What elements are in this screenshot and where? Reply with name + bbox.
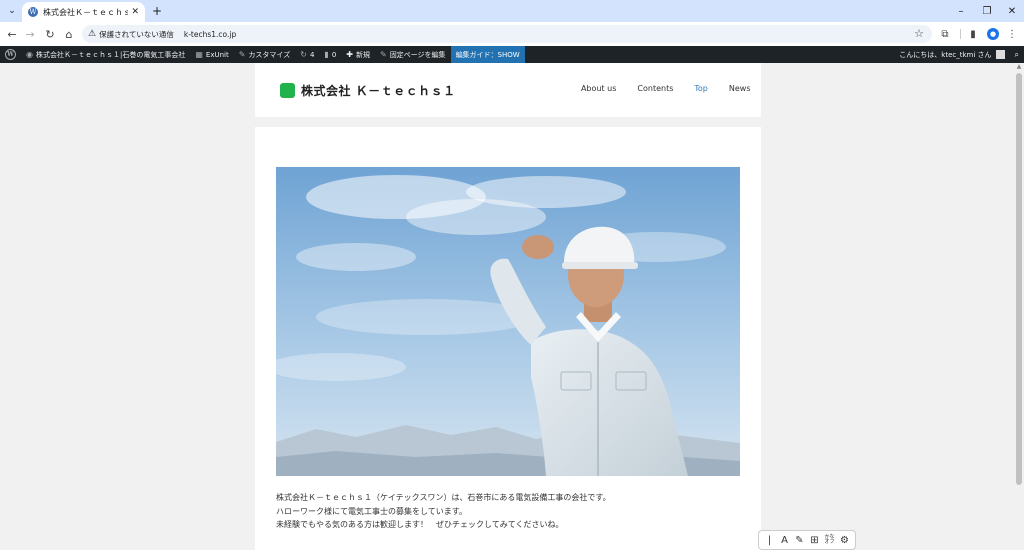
reload-icon[interactable]: ↻ bbox=[42, 26, 58, 42]
extensions-puzzle-icon[interactable]: ⧉ bbox=[937, 26, 953, 42]
tab-search-chevron-icon[interactable]: ⌄ bbox=[4, 3, 20, 19]
plus-icon: ✚ bbox=[346, 50, 353, 59]
logo-square-icon bbox=[280, 83, 295, 98]
admin-customize[interactable]: ✎ カスタマイズ bbox=[234, 46, 296, 63]
admin-search-icon[interactable]: ⌕ bbox=[1010, 46, 1024, 63]
security-label[interactable]: 保護されていない通信 bbox=[99, 29, 174, 40]
avatar bbox=[995, 50, 1005, 59]
nav-news[interactable]: News bbox=[718, 84, 761, 93]
new-tab-plus-icon[interactable]: + bbox=[150, 3, 164, 19]
site-name-label: 株式会社Ｋ－ｔｅｃｈｓ１|石巻の電気工事会社 bbox=[35, 50, 186, 59]
admin-edit-page[interactable]: ✎ 固定ページを編集 bbox=[375, 46, 451, 63]
comments-count: 0 bbox=[331, 50, 337, 59]
drag-handle-icon[interactable]: | bbox=[763, 535, 777, 546]
admin-updates[interactable]: ↻ 4 bbox=[295, 46, 319, 63]
browser-tab-strip: ⌄ W 株式会社Ｋ－ｔｅｃｈｓ１|石... ✕ + – ❐ ✕ bbox=[0, 0, 1024, 22]
admin-site-name[interactable]: ◉ 株式会社Ｋ－ｔｅｃｈｓ１|石巻の電気工事会社 bbox=[21, 46, 190, 63]
main-content: 株式会社Ｋ－ｔｅｃｈｓ１（ケイテックスワン）は、石巻市にある電気設備工事の会社で… bbox=[255, 127, 761, 550]
comment-icon: ▮ bbox=[324, 50, 329, 59]
site-header: 株式会社 Ｋ－ｔｅｃｈｓ１ About us Contents Top News bbox=[255, 63, 761, 117]
new-label: 新規 bbox=[355, 50, 370, 59]
kana-label-2: オフ bbox=[824, 539, 835, 545]
toolbar-divider bbox=[960, 29, 961, 39]
minimize-icon[interactable]: – bbox=[951, 3, 971, 19]
intro-line-2: ハローワーク様にて電気工事士の募集をしています。 bbox=[276, 506, 467, 516]
intro-line-3: 未経験でもやる気のある方は歓迎します！ ぜひチェックしてみてくださいね。 bbox=[276, 520, 564, 529]
forward-arrow-icon[interactable]: → bbox=[22, 26, 38, 42]
admin-comments[interactable]: ▮ 0 bbox=[319, 46, 341, 63]
page-scrollbar[interactable]: ▲ bbox=[1014, 63, 1024, 550]
browser-toolbar: ← → ↻ ⌂ ⚠ 保護されていない通信 k-techs1.co.jp ☆ ⧉ … bbox=[0, 22, 1024, 46]
close-window-icon[interactable]: ✕ bbox=[1002, 3, 1022, 19]
wp-admin-bar: W ◉ 株式会社Ｋ－ｔｅｃｈｓ１|石巻の電気工事会社 ▦ ExUnit ✎ カス… bbox=[0, 46, 1024, 63]
hero-image-worker bbox=[276, 167, 740, 476]
wp-logo-menu[interactable]: W bbox=[0, 46, 21, 63]
kana-toggle-button[interactable]: かな オフ bbox=[823, 535, 837, 545]
font-size-icon[interactable]: A bbox=[778, 535, 792, 546]
not-secure-warning-icon[interactable]: ⚠ bbox=[88, 29, 96, 39]
admin-new[interactable]: ✚ 新規 bbox=[341, 46, 375, 63]
admin-exunit[interactable]: ▦ ExUnit bbox=[190, 46, 233, 63]
side-panel-icon[interactable]: ▮ bbox=[965, 26, 981, 42]
nav-contents[interactable]: Contents bbox=[627, 84, 684, 93]
brush-icon: ✎ bbox=[238, 50, 246, 59]
greeting-label: こんにちは、ktec_tkmi さん bbox=[899, 50, 992, 59]
edit-page-label: 固定ページを編集 bbox=[389, 50, 446, 59]
wordpress-logo-icon: W bbox=[5, 49, 16, 60]
back-arrow-icon[interactable]: ← bbox=[4, 26, 20, 42]
scroll-up-arrow-icon[interactable]: ▲ bbox=[1015, 63, 1023, 70]
accessibility-extension-bar: | A ✎ ⊞ かな オフ ⚙ bbox=[758, 530, 856, 550]
profile-avatar-icon[interactable]: ● bbox=[987, 28, 999, 40]
address-bar[interactable]: ⚠ 保護されていない通信 k-techs1.co.jp ☆ bbox=[82, 25, 932, 43]
admin-my-account[interactable]: こんにちは、ktec_tkmi さん bbox=[894, 46, 1009, 63]
wordpress-favicon-icon: W bbox=[28, 7, 38, 17]
screenshot-add-icon[interactable]: ⊞ bbox=[808, 535, 822, 546]
chrome-menu-icon[interactable]: ⋮ bbox=[1004, 26, 1020, 42]
restore-icon[interactable]: ❐ bbox=[977, 3, 997, 19]
dashboard-icon: ◉ bbox=[26, 50, 33, 59]
customize-label: カスタマイズ bbox=[248, 50, 291, 59]
exunit-label: ExUnit bbox=[205, 50, 229, 59]
tab-close-icon[interactable]: ✕ bbox=[131, 7, 139, 17]
bookmark-star-icon[interactable]: ☆ bbox=[914, 27, 924, 40]
intro-text: 株式会社Ｋ－ｔｅｃｈｓ１（ケイテックスワン）は、石巻市にある電気設備工事の会社で… bbox=[276, 491, 611, 532]
browser-tab-active[interactable]: W 株式会社Ｋ－ｔｅｃｈｓ１|石... ✕ bbox=[22, 2, 145, 22]
highlighter-icon[interactable]: ✎ bbox=[793, 535, 807, 546]
intro-line-1: 株式会社Ｋ－ｔｅｃｈｓ１（ケイテックスワン）は、石巻市にある電気設備工事の会社で… bbox=[276, 493, 611, 502]
exunit-icon: ▦ bbox=[195, 50, 203, 59]
global-nav: About us Contents Top News bbox=[570, 84, 761, 93]
pencil-icon: ✎ bbox=[379, 50, 387, 59]
updates-icon: ↻ bbox=[300, 50, 307, 59]
url-text[interactable]: k-techs1.co.jp bbox=[184, 30, 236, 39]
settings-gear-icon[interactable]: ⚙ bbox=[838, 535, 852, 546]
nav-about-us[interactable]: About us bbox=[570, 84, 626, 93]
nav-top[interactable]: Top bbox=[684, 84, 719, 93]
logo-text: 株式会社 Ｋ－ｔｅｃｈｓ１ bbox=[301, 84, 456, 98]
site-logo[interactable]: 株式会社 Ｋ－ｔｅｃｈｓ１ bbox=[280, 82, 456, 99]
tab-title: 株式会社Ｋ－ｔｅｃｈｓ１|石... bbox=[43, 7, 129, 17]
scrollbar-thumb[interactable] bbox=[1016, 73, 1022, 485]
admin-edit-guide[interactable]: 編集ガイド：SHOW bbox=[450, 46, 525, 63]
home-icon[interactable]: ⌂ bbox=[61, 26, 77, 42]
updates-count: 4 bbox=[309, 50, 315, 59]
